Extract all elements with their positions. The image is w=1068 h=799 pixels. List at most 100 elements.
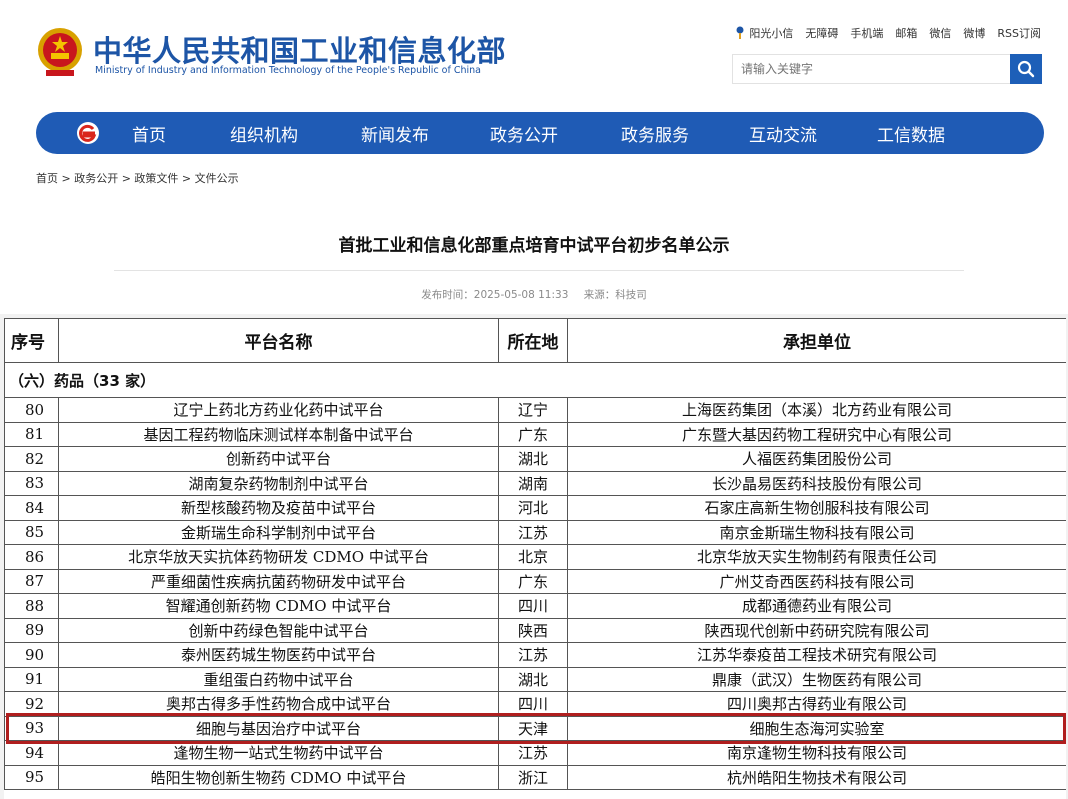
search-button[interactable] bbox=[1010, 54, 1042, 84]
cell-location: 陕西 bbox=[498, 617, 568, 643]
cell-platform-name: 奥邦古得多手性药物合成中试平台 bbox=[58, 691, 499, 717]
cell-no: 87 bbox=[4, 568, 59, 594]
table-row: 90 泰州医药城生物医药中试平台 江苏 江苏华泰疫苗工程技术研究有限公司 bbox=[4, 642, 1066, 668]
top-link-weibo[interactable]: 微博 bbox=[963, 25, 985, 41]
cell-location: 湖北 bbox=[498, 446, 568, 472]
cell-location: 四川 bbox=[498, 691, 568, 717]
top-link-wechat[interactable]: 微信 bbox=[929, 25, 951, 41]
ministry-logo-icon bbox=[76, 121, 100, 145]
main-nav: 首页 组织机构 新闻发布 政务公开 政务服务 互动交流 工信数据 bbox=[36, 112, 1044, 154]
cell-no: 93 bbox=[4, 715, 59, 741]
header-organization: 承担单位 bbox=[567, 318, 1066, 363]
cell-platform-name: 严重细菌性疾病抗菌药物研发中试平台 bbox=[58, 568, 499, 594]
article-meta: 发布时间：2025-05-08 11:33 来源：科技司 bbox=[0, 287, 1068, 302]
search-input[interactable] bbox=[733, 55, 1011, 83]
nav-items: 首页 组织机构 新闻发布 政务公开 政务服务 互动交流 工信数据 bbox=[132, 112, 945, 154]
cell-location: 辽宁 bbox=[498, 397, 568, 423]
section-label: （六）药品（33 家） bbox=[4, 362, 1066, 398]
cell-organization: 人福医药集团股份公司 bbox=[567, 446, 1066, 472]
top-link-mail[interactable]: 邮箱 bbox=[895, 25, 917, 41]
search-box bbox=[732, 54, 1042, 84]
cell-no: 82 bbox=[4, 446, 59, 472]
cell-location: 河北 bbox=[498, 495, 568, 521]
nav-item-0[interactable]: 首页 bbox=[132, 121, 166, 146]
table-row: 94 逢物生物一站式生物药中试平台 江苏 南京逢物生物科技有限公司 bbox=[4, 740, 1066, 766]
platform-list-table: 序号 平台名称 所在地 承担单位 （六）药品（33 家） 80 辽宁上药北方药业化… bbox=[4, 318, 1066, 790]
cell-platform-name: 泰州医药城生物医药中试平台 bbox=[58, 642, 499, 668]
cell-organization: 鼎康（武汉）生物医药有限公司 bbox=[567, 666, 1066, 692]
nav-item-4[interactable]: 政务服务 bbox=[621, 121, 689, 146]
search-icon bbox=[1017, 60, 1035, 78]
cell-location: 广东 bbox=[498, 568, 568, 594]
publish-time: 发布时间：2025-05-08 11:33 bbox=[421, 289, 569, 301]
cell-organization: 广东暨大基因药物工程研究中心有限公司 bbox=[567, 421, 1066, 447]
cell-location: 湖北 bbox=[498, 666, 568, 692]
section-row: （六）药品（33 家） bbox=[4, 362, 1066, 398]
ministry-name-en: Ministry of Industry and Information Tec… bbox=[95, 65, 481, 76]
site-header-region: 中华人民共和国工业和信息化部 Ministry of Industry and … bbox=[0, 0, 1068, 314]
nav-item-2[interactable]: 新闻发布 bbox=[361, 121, 429, 146]
table-row: 91 重组蛋白药物中试平台 湖北 鼎康（武汉）生物医药有限公司 bbox=[4, 666, 1066, 692]
cell-no: 80 bbox=[4, 397, 59, 423]
cell-no: 88 bbox=[4, 593, 59, 619]
cell-location: 江苏 bbox=[498, 519, 568, 545]
table-row: 87 严重细菌性疾病抗菌药物研发中试平台 广东 广州艾奇西医药科技有限公司 bbox=[4, 568, 1066, 594]
cell-platform-name: 湖南复杂药物制剂中试平台 bbox=[58, 470, 499, 496]
cell-no: 95 bbox=[4, 764, 59, 790]
nav-item-3[interactable]: 政务公开 bbox=[490, 121, 558, 146]
top-link-rss[interactable]: RSS订阅 bbox=[997, 25, 1041, 41]
cell-no: 94 bbox=[4, 740, 59, 766]
cell-organization: 南京逢物生物科技有限公司 bbox=[567, 740, 1066, 766]
cell-platform-name: 金斯瑞生命科学制剂中试平台 bbox=[58, 519, 499, 545]
cell-organization: 细胞生态海河实验室 bbox=[567, 715, 1066, 741]
table-row: 89 创新中药绿色智能中试平台 陕西 陕西现代创新中药研究院有限公司 bbox=[4, 617, 1066, 643]
table-row: 83 湖南复杂药物制剂中试平台 湖南 长沙晶易医药科技股份有限公司 bbox=[4, 470, 1066, 496]
top-link-accessibility[interactable]: 无障碍 bbox=[805, 25, 838, 41]
cell-no: 86 bbox=[4, 544, 59, 570]
cell-location: 北京 bbox=[498, 544, 568, 570]
table-row: 82 创新药中试平台 湖北 人福医药集团股份公司 bbox=[4, 446, 1066, 472]
cell-no: 90 bbox=[4, 642, 59, 668]
table-row: 85 金斯瑞生命科学制剂中试平台 江苏 南京金斯瑞生物科技有限公司 bbox=[4, 519, 1066, 545]
cell-no: 84 bbox=[4, 495, 59, 521]
cell-organization: 杭州皓阳生物技术有限公司 bbox=[567, 764, 1066, 790]
breadcrumb[interactable]: 首页 > 政务公开 > 政策文件 > 文件公示 bbox=[36, 170, 239, 186]
table-row: 95 皓阳生物创新生物药 CDMO 中试平台 浙江 杭州皓阳生物技术有限公司 bbox=[4, 764, 1066, 790]
nav-item-6[interactable]: 工信数据 bbox=[877, 121, 945, 146]
table-row: 86 北京华放天实抗体药物研发 CDMO 中试平台 北京 北京华放天实生物制药有限责任… bbox=[4, 544, 1066, 570]
cell-platform-name: 创新药中试平台 bbox=[58, 446, 499, 472]
table-row: 81 基因工程药物临床测试样本制备中试平台 广东 广东暨大基因药物工程研究中心有限公司 bbox=[4, 421, 1066, 447]
cell-location: 浙江 bbox=[498, 764, 568, 790]
cell-platform-name: 辽宁上药北方药业化药中试平台 bbox=[58, 397, 499, 423]
top-link-mobile[interactable]: 手机端 bbox=[850, 25, 883, 41]
header-no: 序号 bbox=[4, 318, 59, 363]
ministry-name-cn: 中华人民共和国工业和信息化部 bbox=[93, 34, 507, 68]
cell-no: 92 bbox=[4, 691, 59, 717]
cell-platform-name: 逢物生物一站式生物药中试平台 bbox=[58, 740, 499, 766]
cell-location: 江苏 bbox=[498, 740, 568, 766]
national-emblem-icon bbox=[36, 26, 84, 78]
cell-organization: 南京金斯瑞生物科技有限公司 bbox=[567, 519, 1066, 545]
table-row: 92 奥邦古得多手性药物合成中试平台 四川 四川奥邦古得药业有限公司 bbox=[4, 691, 1066, 717]
nav-item-5[interactable]: 互动交流 bbox=[749, 121, 817, 146]
cell-platform-name: 重组蛋白药物中试平台 bbox=[58, 666, 499, 692]
cell-organization: 成都通德药业有限公司 bbox=[567, 593, 1066, 619]
cell-platform-name: 创新中药绿色智能中试平台 bbox=[58, 617, 499, 643]
top-links: 阳光小信 无障碍 手机端 邮箱 微信 微博 RSS订阅 bbox=[734, 25, 1041, 41]
cell-no: 81 bbox=[4, 421, 59, 447]
cell-platform-name: 智耀通创新药物 CDMO 中试平台 bbox=[58, 593, 499, 619]
top-link-label: 阳光小信 bbox=[749, 27, 794, 40]
cell-platform-name: 皓阳生物创新生物药 CDMO 中试平台 bbox=[58, 764, 499, 790]
nav-item-1[interactable]: 组织机构 bbox=[230, 121, 298, 146]
cell-organization: 北京华放天实生物制药有限责任公司 bbox=[567, 544, 1066, 570]
cell-platform-name: 新型核酸药物及疫苗中试平台 bbox=[58, 495, 499, 521]
table-row: 88 智耀通创新药物 CDMO 中试平台 四川 成都通德药业有限公司 bbox=[4, 593, 1066, 619]
cell-organization: 石家庄高新生物创服科技有限公司 bbox=[567, 495, 1066, 521]
top-link-sunshine[interactable]: 阳光小信 bbox=[734, 25, 793, 41]
table-row: 84 新型核酸药物及疫苗中试平台 河北 石家庄高新生物创服科技有限公司 bbox=[4, 495, 1066, 521]
header-name: 平台名称 bbox=[58, 318, 499, 363]
cell-location: 四川 bbox=[498, 593, 568, 619]
cell-location: 广东 bbox=[498, 421, 568, 447]
cell-location: 江苏 bbox=[498, 642, 568, 668]
table-row: 80 辽宁上药北方药业化药中试平台 辽宁 上海医药集团（本溪）北方药业有限公司 bbox=[4, 397, 1066, 423]
